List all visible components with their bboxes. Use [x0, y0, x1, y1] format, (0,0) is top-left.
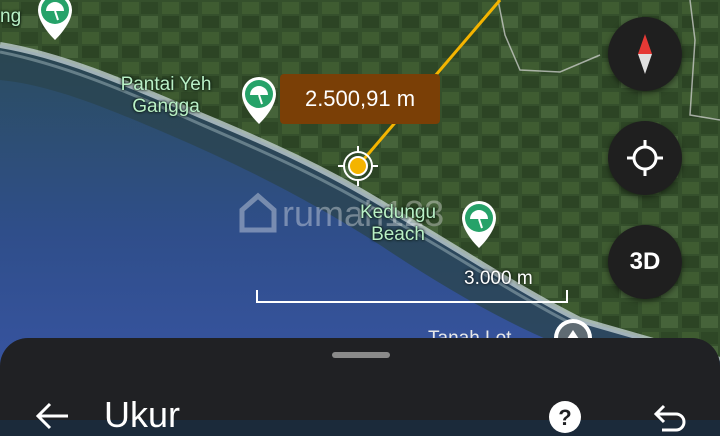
- compass-icon: [638, 34, 652, 74]
- scale-bar: [256, 290, 568, 303]
- beach-marker-icon[interactable]: [34, 0, 76, 42]
- back-arrow-icon[interactable]: [34, 400, 70, 430]
- sheet-drag-handle[interactable]: [332, 352, 390, 358]
- measured-distance-badge: 2.500,91 m: [280, 74, 440, 124]
- my-location-button[interactable]: [608, 121, 682, 195]
- 3d-view-button[interactable]: 3D: [608, 225, 682, 299]
- beach-marker-icon[interactable]: [238, 74, 280, 126]
- place-label-partial: ng: [0, 6, 22, 27]
- help-icon[interactable]: ?: [548, 400, 582, 434]
- scale-label: 3.000 m: [464, 268, 533, 289]
- compass-button[interactable]: [608, 17, 682, 91]
- svg-text:?: ?: [558, 405, 571, 430]
- beach-marker-icon[interactable]: [458, 198, 500, 250]
- undo-icon[interactable]: [650, 404, 686, 434]
- place-label-pantai-yeh-gangga[interactable]: Pantai Yeh Gangga: [104, 74, 228, 118]
- my-location-icon: [627, 140, 663, 176]
- sheet-title: Ukur: [104, 394, 181, 435]
- place-label-kedungu-beach[interactable]: Kedungu Beach: [338, 202, 458, 246]
- measure-point: [348, 156, 368, 176]
